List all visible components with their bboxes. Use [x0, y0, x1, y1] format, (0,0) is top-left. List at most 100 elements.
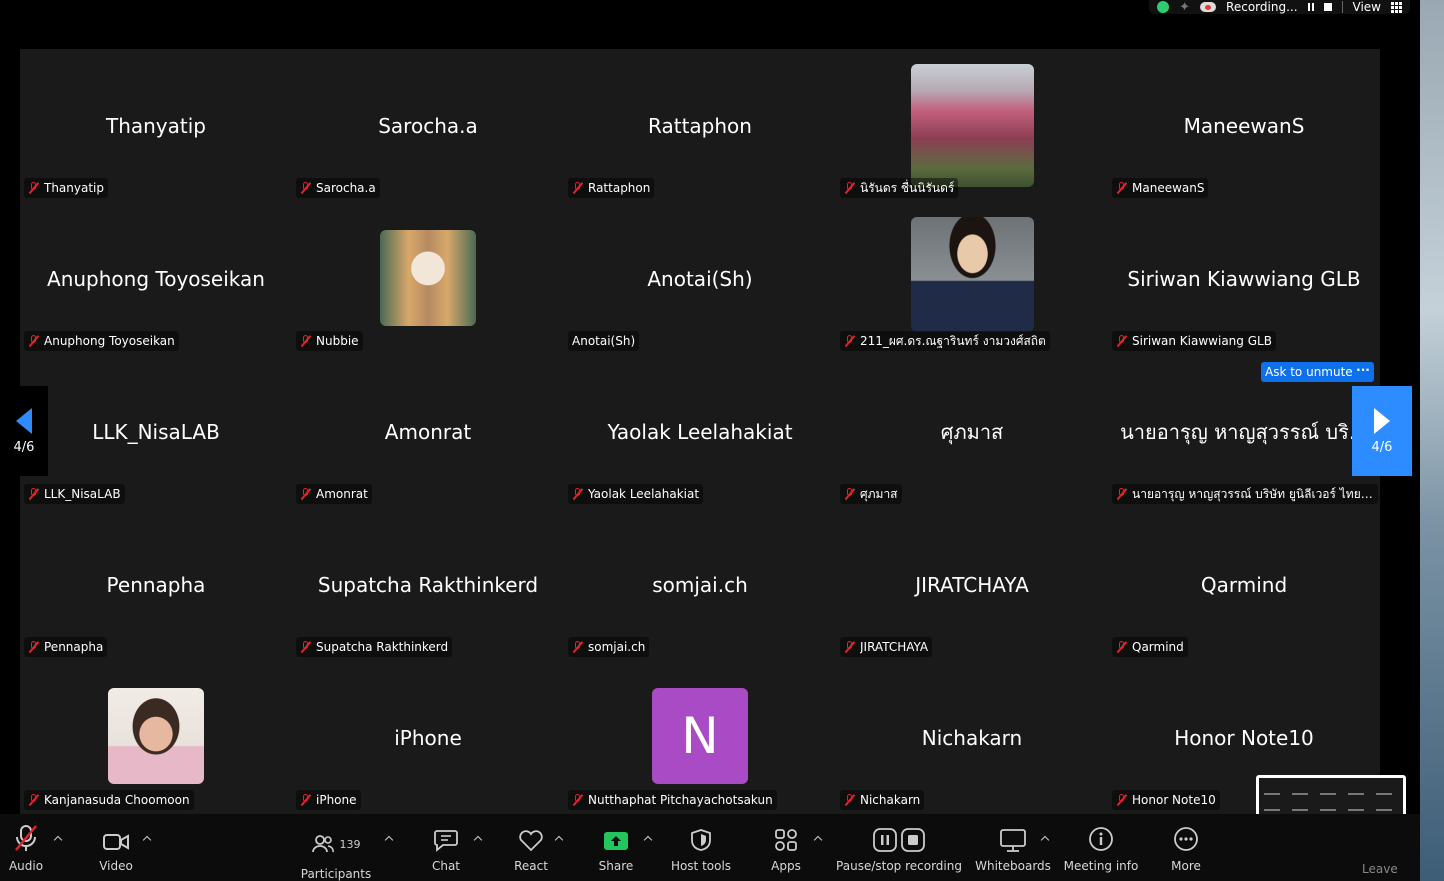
participant-tile[interactable]: somjai.ch somjai.ch — [564, 508, 836, 661]
react-options-chevron-up-icon[interactable] — [555, 834, 563, 842]
previous-page-button[interactable]: 4/6 — [0, 386, 48, 476]
participants-button[interactable]: 139 Participants — [300, 814, 372, 881]
participant-name-label: Sarocha.a — [316, 181, 376, 195]
muted-microphone-icon — [844, 794, 856, 806]
audio-options-chevron-up-icon[interactable] — [54, 834, 62, 842]
muted-microphone-icon — [572, 794, 584, 806]
participant-tile[interactable]: Siriwan Kiawwiang GLB Siriwan Kiawwiang G… — [1108, 202, 1380, 355]
pause-stop-recording-button[interactable]: Pause/stop recording — [836, 814, 962, 881]
view-menu-label[interactable]: View — [1353, 0, 1381, 14]
stop-recording-icon[interactable] — [1323, 3, 1332, 11]
participant-name-tag: Nichakarn — [840, 790, 925, 810]
participants-label: Participants — [300, 867, 372, 881]
apps-options-chevron-up-icon[interactable] — [814, 834, 822, 842]
apps-icon — [774, 814, 798, 852]
participant-tile[interactable]: iPhone iPhone — [292, 661, 564, 814]
apps-label: Apps — [771, 859, 801, 873]
muted-microphone-icon — [1116, 794, 1128, 806]
page-indicator: 4/6 — [13, 439, 35, 455]
participant-name-tag: iPhone — [296, 790, 361, 810]
audio-button[interactable]: Audio — [8, 814, 44, 881]
participant-name-tag: Honor Note10 — [1112, 790, 1220, 810]
participant-tile[interactable]: Nichakarn Nichakarn — [836, 661, 1108, 814]
video-options-chevron-up-icon[interactable] — [143, 834, 151, 842]
participant-name-label: Anotai(Sh) — [572, 334, 636, 348]
thumbnail-tile — [1318, 781, 1345, 797]
participant-name-tag: Yaolak Leelahakiat — [568, 484, 704, 504]
video-camera-icon — [102, 814, 130, 852]
tile-more-options-button[interactable]: ··· — [1352, 362, 1374, 382]
chat-options-chevron-up-icon[interactable] — [474, 834, 482, 842]
participant-tile[interactable]: Pennapha Pennapha — [20, 508, 292, 661]
share-options-chevron-up-icon[interactable] — [644, 834, 652, 842]
thumbnail-name-line — [1348, 793, 1364, 795]
muted-microphone-icon — [572, 182, 584, 194]
more-button[interactable]: More — [1168, 814, 1204, 881]
participant-tile[interactable]: Thanyatip Thanyatip — [20, 49, 292, 202]
muted-microphone-icon — [28, 335, 40, 347]
muted-microphone-icon — [1116, 182, 1128, 194]
participant-tile[interactable]: Anuphong Toyoseikan Anuphong Toyoseikan — [20, 202, 292, 355]
more-dots-icon — [1173, 814, 1199, 852]
chat-button[interactable]: Chat — [428, 814, 464, 881]
heart-icon — [518, 814, 544, 852]
participant-tile[interactable]: Rattaphon Rattaphon — [564, 49, 836, 202]
next-page-button[interactable]: 4/6 — [1352, 386, 1412, 476]
thumbnail-name-line — [1292, 793, 1308, 795]
share-button[interactable]: Share — [596, 814, 636, 881]
muted-microphone-icon — [1116, 641, 1128, 653]
thumbnail-tile — [1346, 797, 1373, 813]
participant-tile[interactable]: Sarocha.a Sarocha.a — [292, 49, 564, 202]
thumbnail-name-line — [1320, 809, 1336, 811]
host-tools-button[interactable]: Host tools — [668, 814, 734, 881]
participant-display-name: Siriwan Kiawwiang GLB — [1127, 266, 1361, 291]
meeting-info-button[interactable]: Meeting info — [1064, 814, 1138, 881]
whiteboards-options-chevron-up-icon[interactable] — [1041, 834, 1049, 842]
whiteboards-button[interactable]: Whiteboards — [975, 814, 1051, 881]
participant-tile[interactable]: Amonrat Amonrat — [292, 355, 564, 508]
participant-tile[interactable]: JIRATCHAYA JIRATCHAYA — [836, 508, 1108, 661]
share-label: Share — [598, 859, 634, 873]
participant-tile[interactable]: นิรันดร ชื่นนิรันดร์ — [836, 49, 1108, 202]
participant-name-tag: Pennapha — [24, 637, 108, 657]
participant-name-tag: Kanjanasuda Choomoon — [24, 790, 194, 810]
participant-tile[interactable]: Anotai(Sh) Anotai(Sh) — [564, 202, 836, 355]
participants-icon — [311, 835, 334, 853]
participant-name-label: iPhone — [316, 793, 357, 807]
whiteboard-icon — [999, 814, 1027, 852]
muted-microphone-icon — [28, 641, 40, 653]
apps-button[interactable]: Apps — [768, 814, 804, 881]
participant-tile[interactable]: LLK_NisaLAB LLK_NisaLAB — [20, 355, 292, 508]
participant-name-tag: Sarocha.a — [296, 178, 380, 198]
video-button[interactable]: Video — [96, 814, 136, 881]
participant-name-tag: LLK_NisaLAB — [24, 484, 125, 504]
pause-recording-icon[interactable] — [1307, 3, 1314, 11]
participant-tile[interactable]: ManeewanS ManeewanS — [1108, 49, 1380, 202]
participant-name-label: Yaolak Leelahakiat — [588, 487, 700, 501]
thumbnail-tile — [1374, 781, 1401, 797]
participant-tile[interactable]: Supatcha Rakthinkerd Supatcha Rakthinkerd — [292, 508, 564, 661]
meeting-status-bar: ✦ Recording... View — [1149, 0, 1410, 15]
muted-microphone-icon — [28, 488, 40, 500]
participant-tile[interactable]: Kanjanasuda Choomoon — [20, 661, 292, 814]
thumbnail-name-line — [1376, 809, 1392, 811]
participant-tile[interactable]: Yaolak Leelahakiat Yaolak Leelahakiat — [564, 355, 836, 508]
participant-tile[interactable]: 211_ผศ.ดร.ณฐารินทร์ งามวงศ์สถิต — [836, 202, 1108, 355]
react-button[interactable]: React — [512, 814, 550, 881]
participant-tile[interactable]: ศุภมาส ศุภมาส — [836, 355, 1108, 508]
participants-options-chevron-up-icon[interactable] — [385, 834, 393, 842]
muted-microphone-icon — [300, 182, 312, 194]
participant-avatar-photo — [910, 64, 1034, 187]
participant-display-name: Yaolak Leelahakiat — [607, 419, 793, 444]
ai-companion-icon[interactable]: ✦ — [1179, 0, 1190, 15]
muted-microphone-icon — [1116, 488, 1128, 500]
participant-tile[interactable]: Qarmind Qarmind — [1108, 508, 1380, 661]
leave-button[interactable]: Leave — [1362, 862, 1398, 876]
participant-tile[interactable]: Nubbie — [292, 202, 564, 355]
ask-to-unmute-button[interactable]: Ask to unmute — [1261, 362, 1357, 382]
grid-view-icon[interactable] — [1391, 1, 1402, 13]
participant-name-tag: Nutthaphat Pitchayachotsakun — [568, 790, 777, 810]
participant-name-label: Nutthaphat Pitchayachotsakun — [588, 793, 773, 807]
muted-microphone-icon — [13, 814, 39, 852]
participant-tile[interactable]: N Nutthaphat Pitchayachotsakun — [564, 661, 836, 814]
